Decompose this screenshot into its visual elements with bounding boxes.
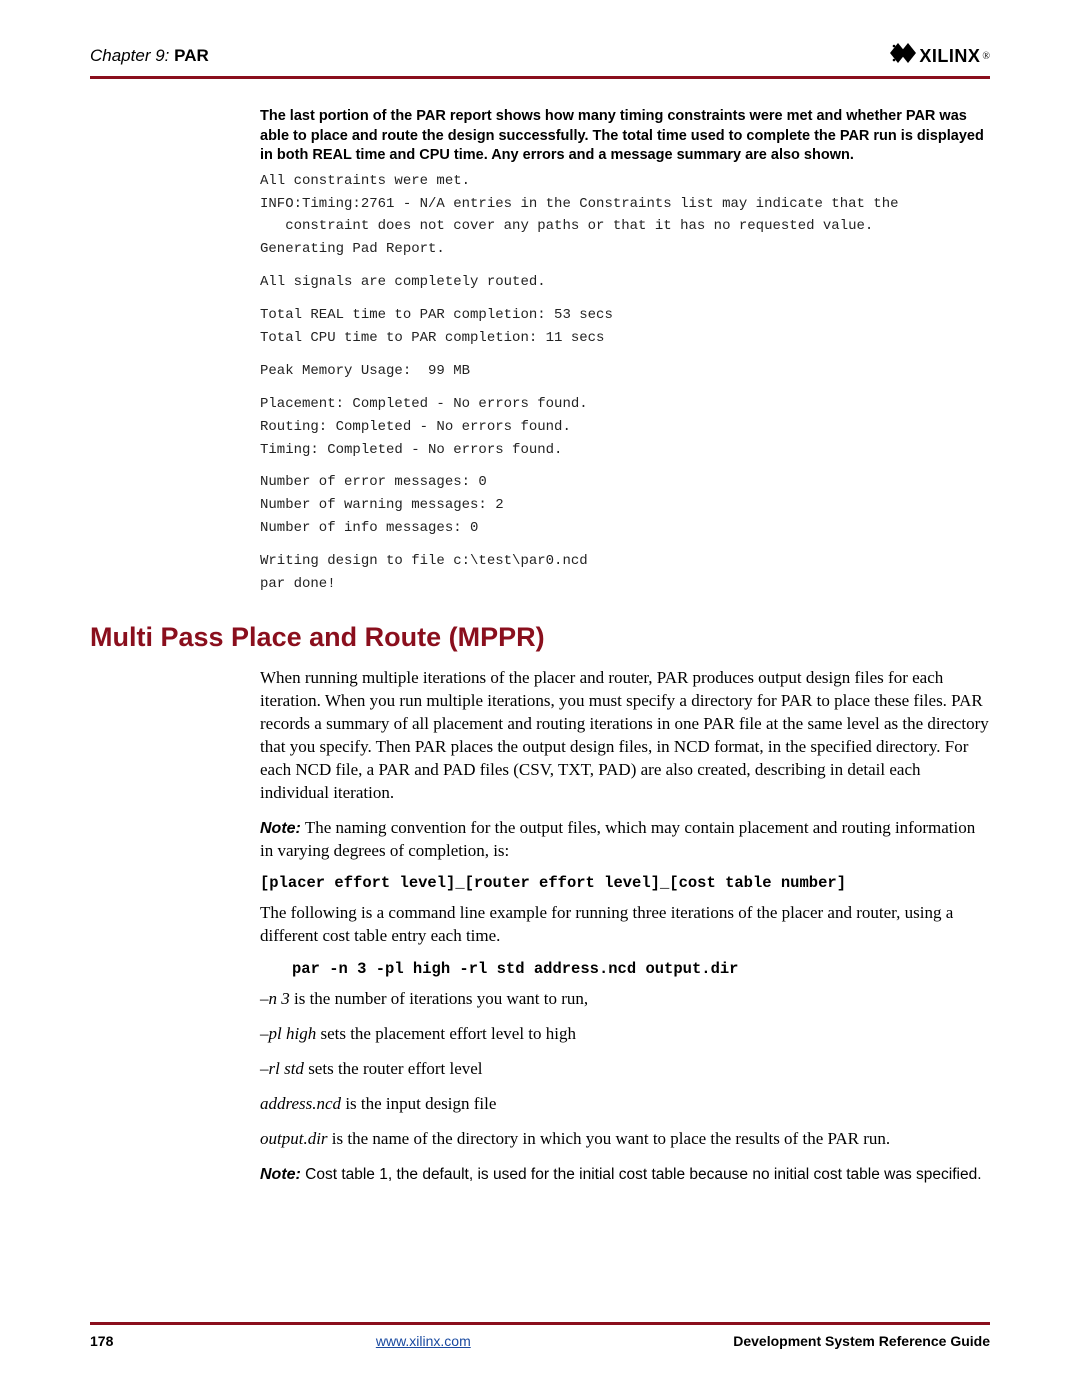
chapter-label: Chapter 9: PAR: [90, 46, 209, 66]
option-flag: –rl std: [260, 1059, 304, 1078]
chapter-title: PAR: [174, 46, 209, 65]
logo-text: XILINX: [919, 46, 980, 67]
option-flag: address.ncd: [260, 1094, 341, 1113]
code-example: par -n 3 -pl high -rl std address.ncd ou…: [292, 960, 990, 978]
logo-mark-icon: [889, 42, 917, 70]
option-text: is the number of iterations you want to …: [290, 989, 588, 1008]
intro-paragraph: The last portion of the PAR report shows…: [260, 107, 990, 166]
report-line: All signals are completely routed.: [260, 273, 990, 292]
main-content: The last portion of the PAR report shows…: [260, 107, 990, 594]
page-footer: 178 www.xilinx.com Development System Re…: [90, 1333, 990, 1349]
chapter-prefix: Chapter 9:: [90, 46, 169, 65]
report-line: constraint does not cover any paths or t…: [260, 217, 990, 236]
doc-title: Development System Reference Guide: [733, 1333, 990, 1349]
report-line: INFO:Timing:2761 - N/A entries in the Co…: [260, 195, 990, 214]
option-flag: –pl high: [260, 1024, 316, 1043]
option-desc: address.ncd is the input design file: [260, 1093, 990, 1116]
footer-url-link[interactable]: www.xilinx.com: [376, 1333, 471, 1349]
option-desc: –n 3 is the number of iterations you wan…: [260, 988, 990, 1011]
note-label: Note:: [260, 820, 301, 837]
page-number: 178: [90, 1333, 113, 1349]
note-text: Cost table 1, the default, is used for t…: [305, 1166, 981, 1183]
report-line: Number of warning messages: 2: [260, 496, 990, 515]
logo-registered: ®: [982, 51, 990, 62]
note-paragraph: Note: The naming convention for the outp…: [260, 817, 990, 863]
code-syntax: [placer effort level]_[router effort lev…: [260, 874, 990, 892]
report-line: Number of error messages: 0: [260, 473, 990, 492]
footer-rule: [90, 1322, 990, 1325]
option-desc: –pl high sets the placement effort level…: [260, 1023, 990, 1046]
paragraph: The following is a command line example …: [260, 902, 990, 948]
paragraph: When running multiple iterations of the …: [260, 667, 990, 805]
report-line: Number of info messages: 0: [260, 519, 990, 538]
option-text: sets the placement effort level to high: [316, 1024, 576, 1043]
option-desc: –rl std sets the router effort level: [260, 1058, 990, 1081]
option-text: sets the router effort level: [304, 1059, 483, 1078]
note-paragraph: Note: Cost table 1, the default, is used…: [260, 1163, 990, 1186]
xilinx-logo: XILINX®: [889, 42, 990, 70]
report-line: Total CPU time to PAR completion: 11 sec…: [260, 329, 990, 348]
section-body: When running multiple iterations of the …: [260, 667, 990, 1186]
report-line: Placement: Completed - No errors found.: [260, 395, 990, 414]
report-line: par done!: [260, 575, 990, 594]
header-rule: [90, 76, 990, 79]
report-line: Writing design to file c:\test\par0.ncd: [260, 552, 990, 571]
report-line: Routing: Completed - No errors found.: [260, 418, 990, 437]
report-line: Generating Pad Report.: [260, 240, 990, 259]
option-text: is the input design file: [341, 1094, 496, 1113]
report-line: All constraints were met.: [260, 172, 990, 191]
option-flag: output.dir: [260, 1129, 328, 1148]
section-heading: Multi Pass Place and Route (MPPR): [90, 622, 990, 653]
option-desc: output.dir is the name of the directory …: [260, 1128, 990, 1151]
page-header: Chapter 9: PAR XILINX®: [90, 42, 990, 70]
note-label: Note:: [260, 1166, 301, 1183]
note-text: The naming convention for the output fil…: [260, 818, 975, 860]
report-line: Total REAL time to PAR completion: 53 se…: [260, 306, 990, 325]
report-line: Peak Memory Usage: 99 MB: [260, 362, 990, 381]
report-line: Timing: Completed - No errors found.: [260, 441, 990, 460]
option-text: is the name of the directory in which yo…: [328, 1129, 891, 1148]
option-flag: –n 3: [260, 989, 290, 1008]
